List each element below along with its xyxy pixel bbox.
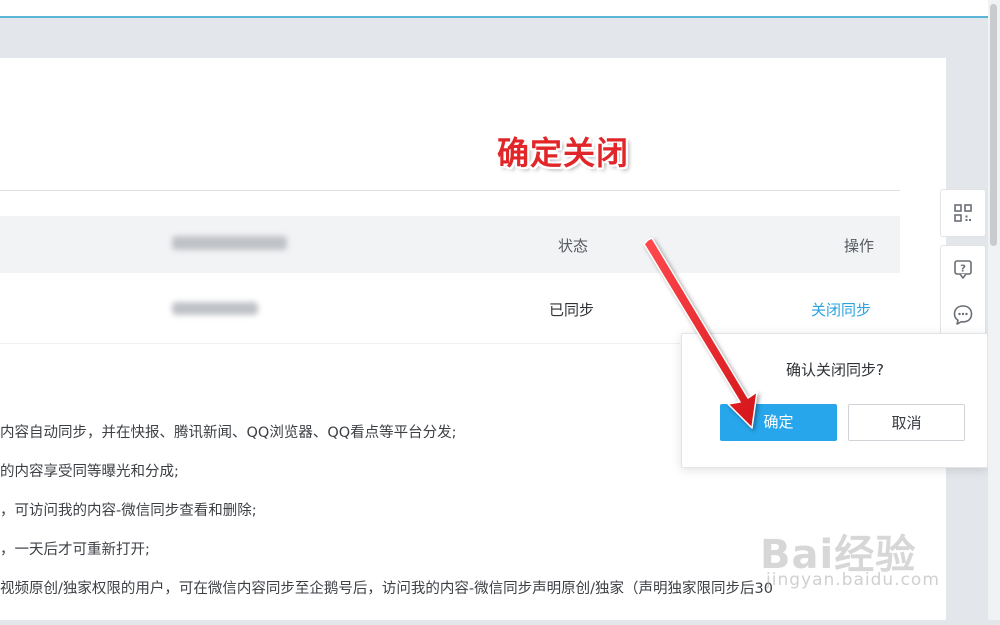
table-header xyxy=(0,216,900,273)
description-line: 视频原创/独家权限的用户，可在微信内容同步至企鹅号后，访问我的内容-微信同步声明… xyxy=(0,581,773,597)
annotation-label: 确定关闭 xyxy=(497,134,630,172)
row-status: 已同步 xyxy=(549,301,595,319)
svg-text:?: ? xyxy=(960,264,966,275)
blurred-row-cell xyxy=(172,302,258,315)
screen: 确定关闭 状态 操作 已同步 关闭同步 内容自动同步，并在快报、腾讯新闻、QQ浏… xyxy=(0,0,1000,625)
help-icon[interactable]: ? xyxy=(941,246,985,292)
top-bar xyxy=(0,0,990,18)
description-line: 的内容享受同等曝光和分成; xyxy=(0,464,179,480)
qrcode-button[interactable] xyxy=(940,189,986,237)
scrollbar-thumb[interactable] xyxy=(990,4,997,246)
watermark: Bai经验 jingyan.baidu.com xyxy=(760,522,939,590)
confirm-button[interactable]: 确定 xyxy=(720,404,837,441)
feedback-icon[interactable] xyxy=(941,292,985,338)
close-sync-link[interactable]: 关闭同步 xyxy=(811,299,871,320)
cancel-button[interactable]: 取消 xyxy=(848,404,965,441)
watermark-sub: jingyan.baidu.com xyxy=(766,570,940,590)
confirm-popover xyxy=(681,333,988,468)
bottom-edge xyxy=(0,620,1000,625)
qrcode-icon xyxy=(954,204,972,222)
help-feedback-panel: ? xyxy=(940,245,986,337)
description-line: ，可访问我的内容-微信同步查看和删除; xyxy=(0,503,257,519)
description-line: ，一天后才可重新打开; xyxy=(0,542,150,558)
column-header-status: 状态 xyxy=(558,237,589,255)
description-line: 内容自动同步，并在快报、腾讯新闻、QQ浏览器、QQ看点等平台分发; xyxy=(0,425,457,441)
blurred-header-cell xyxy=(172,236,287,250)
column-header-action: 操作 xyxy=(844,237,875,255)
popover-title: 确认关闭同步? xyxy=(786,361,884,379)
section-divider xyxy=(0,190,900,191)
row-divider xyxy=(0,343,680,344)
